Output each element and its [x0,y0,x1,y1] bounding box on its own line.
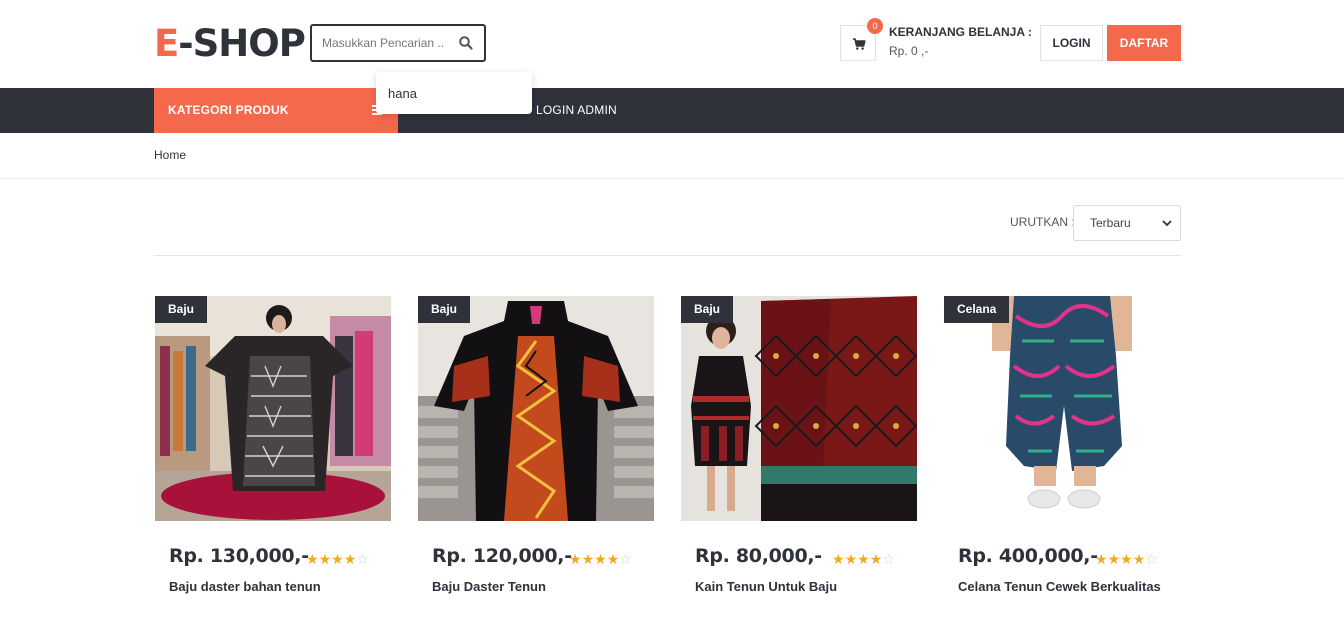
search-suggestion-dropdown: hana [376,72,532,114]
star-icon: ★ [606,551,620,567]
product-photo-dress-tenun [155,296,391,521]
product-name[interactable]: Baju daster bahan tenun [169,579,379,595]
product-image[interactable] [418,296,654,521]
category-menu-label: KATEGORI PRODUK [168,103,289,117]
product-price: Rp. 80,000,- [695,545,822,567]
product-name[interactable]: Kain Tenun Untuk Baju [695,579,905,595]
star-icon: ★ [1132,551,1146,567]
star-icon: ★ [844,551,858,567]
cart-count-badge: 0 [867,18,883,34]
product-image[interactable] [681,296,917,521]
main-nav: KATEGORI PRODUK LOGIN ADMIN [0,88,1344,133]
search-icon[interactable] [458,35,474,51]
product-image[interactable] [944,296,1180,521]
chevron-down-icon [1162,220,1172,227]
star-icon: ★ [857,551,870,567]
logo-text: -SHOP [178,22,306,65]
cart-icon [853,38,866,50]
login-button[interactable]: LOGIN [1040,25,1103,61]
product-rating: ★★★★☆ [569,552,632,566]
star-icon: ★ [832,551,845,567]
star-icon: ★ [581,551,595,567]
star-icon: ★ [318,551,332,567]
product-card: Baju Rp. 80,000,- ★★★★☆ Kain Tenun Untuk… [681,296,917,626]
star-icon: ☆ [619,551,632,567]
product-card: Baju Rp. 120,000,- ★★★★☆ Baju Daster Ten… [418,296,654,626]
product-photo-celana-tenun [944,296,1180,521]
cart-total: Rp. 0 ,- [889,44,929,58]
product-price: Rp. 400,000,- [958,545,1098,567]
product-rating: ★★★★☆ [1095,552,1158,566]
sort-selected-value: Terbaru [1090,216,1131,230]
search-box [310,24,486,62]
star-icon: ★ [569,551,582,567]
star-icon: ★ [1120,551,1133,567]
star-icon: ★ [343,551,357,567]
site-logo[interactable]: E-SHOP [154,22,306,66]
breadcrumb-home[interactable]: Home [154,148,186,162]
star-icon: ★ [594,551,607,567]
star-icon: ☆ [882,551,895,567]
search-suggestion-item[interactable]: hana [388,86,417,101]
product-card: Baju Rp. 130,000,- ★★★★☆ Baju daster bah… [155,296,391,626]
divider [154,255,1181,256]
cart-title[interactable]: KERANJANG BELANJA : [889,25,1032,39]
product-name[interactable]: Celana Tenun Cewek Berkualitas [958,579,1168,595]
product-photo-daster-tenun [418,296,654,521]
product-category-tag: Baju [155,296,208,323]
search-input[interactable] [322,34,450,52]
site-header: E-SHOP 0 KERANJANG BELANJA : Rp. 0 ,- LO… [0,0,1344,88]
category-menu-button[interactable]: KATEGORI PRODUK [154,88,398,133]
product-image[interactable] [155,296,391,521]
product-category-tag: Baju [418,296,471,323]
breadcrumb-bar: Home [0,133,1344,179]
star-icon: ★ [331,551,344,567]
product-category-tag: Baju [681,296,734,323]
star-icon: ☆ [1145,551,1158,567]
product-rating: ★★★★☆ [306,552,369,566]
product-price: Rp. 130,000,- [169,545,309,567]
product-card: Celana Rp. 400,000,- ★★★★☆ Celana Tenun … [944,296,1180,626]
sort-label: URUTKAN : [1010,215,1075,229]
star-icon: ★ [869,551,883,567]
product-rating: ★★★★☆ [832,552,895,566]
star-icon: ★ [1107,551,1121,567]
register-button[interactable]: DAFTAR [1107,25,1181,61]
sort-select[interactable]: Terbaru [1073,205,1181,241]
star-icon: ★ [306,551,319,567]
product-category-tag: Celana [944,296,1010,323]
star-icon: ★ [1095,551,1108,567]
product-photo-kain-tenun [681,296,917,521]
product-price: Rp. 120,000,- [432,545,572,567]
logo-accent-letter: E [154,22,179,65]
nav-login-admin[interactable]: LOGIN ADMIN [536,103,617,117]
product-name[interactable]: Baju Daster Tenun [432,579,642,595]
star-icon: ☆ [356,551,369,567]
